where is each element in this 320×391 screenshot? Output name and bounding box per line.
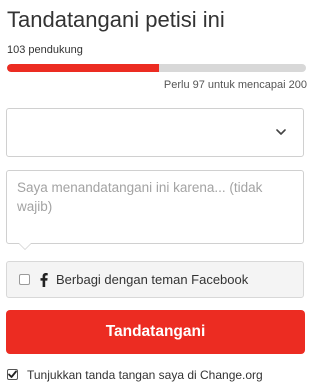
facebook-icon: [40, 273, 48, 287]
checkmark-icon: [8, 370, 17, 378]
sign-petition-button[interactable]: Tandatangani: [6, 310, 305, 354]
show-signature-option[interactable]: Tunjukkan tanda tangan saya di Change.or…: [7, 368, 313, 382]
signature-progress-bar: [7, 64, 306, 72]
reason-textarea[interactable]: [7, 171, 303, 243]
chevron-down-icon: [276, 129, 286, 135]
signature-progress-fill: [7, 64, 160, 72]
reason-select-dropdown[interactable]: [6, 108, 304, 157]
signatures-remaining-text: Perlu 97 untuk mencapai 200: [163, 79, 307, 91]
supporters-count: 103 pendukung: [7, 44, 83, 56]
show-signature-label: Tunjukkan tanda tangan saya di Change.or…: [27, 368, 263, 382]
facebook-share-checkbox[interactable]: [19, 274, 30, 285]
reason-field-container: [6, 170, 304, 244]
petition-sign-title: Tandatangani petisi ini: [7, 7, 225, 32]
facebook-share-option[interactable]: Berbagi dengan teman Facebook: [6, 261, 304, 298]
facebook-share-label: Berbagi dengan teman Facebook: [56, 272, 249, 287]
